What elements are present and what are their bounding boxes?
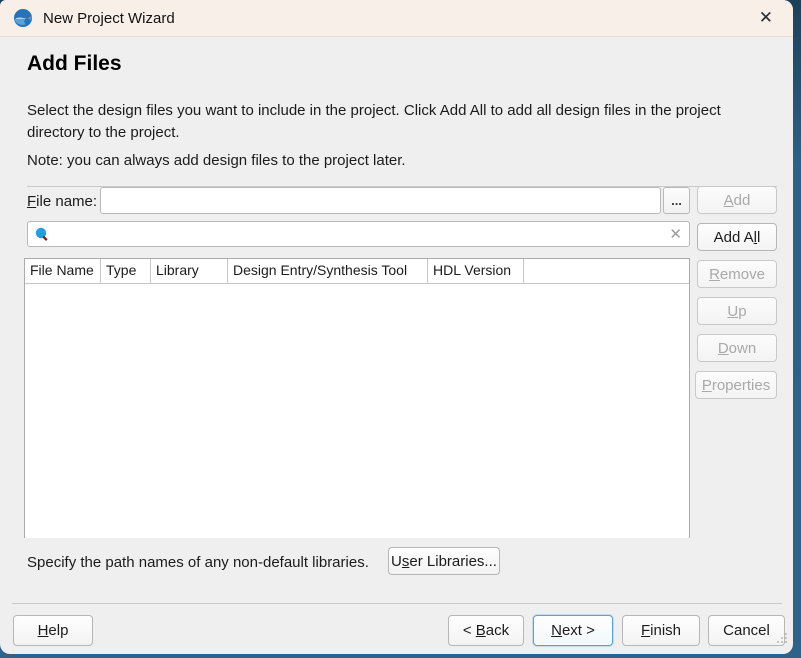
description-line-2: directory to the project.	[27, 122, 721, 144]
user-libraries-button[interactable]: User Libraries...	[388, 547, 500, 575]
table-body-empty[interactable]	[25, 284, 689, 538]
description-line-1: Select the design files you want to incl…	[27, 100, 721, 122]
resize-grip[interactable]	[776, 631, 788, 649]
table-header-row: File Name Type Library Design Entry/Synt…	[25, 259, 689, 284]
page-description: Select the design files you want to incl…	[27, 100, 721, 144]
filter-search-field[interactable]: ✕	[27, 221, 690, 247]
column-header-type[interactable]: Type	[101, 259, 151, 283]
search-icon	[35, 227, 50, 242]
column-header-file-name[interactable]: File Name	[25, 259, 101, 283]
browse-button[interactable]: ...	[663, 187, 690, 214]
note-text: Note: you can always add design files to…	[27, 152, 406, 169]
page-title: Add Files	[27, 52, 122, 76]
file-name-label: File name:	[27, 193, 97, 210]
desktop-background: { "window": { "title": "New Project Wiza…	[0, 0, 801, 658]
libraries-instruction-text: Specify the path names of any non-defaul…	[27, 554, 369, 571]
next-button[interactable]: Next >	[533, 615, 613, 646]
search-input[interactable]	[56, 226, 663, 243]
back-button[interactable]: < Back	[448, 615, 524, 646]
down-button[interactable]: Down	[697, 334, 777, 362]
up-button[interactable]: Up	[697, 297, 777, 325]
finish-button[interactable]: Finish	[622, 615, 700, 646]
separator-bottom	[12, 603, 782, 604]
quartus-logo-icon	[13, 8, 33, 28]
add-all-button[interactable]: Add All	[697, 223, 777, 251]
cancel-button[interactable]: Cancel	[708, 615, 785, 646]
remove-button[interactable]: Remove	[697, 260, 777, 288]
properties-button[interactable]: Properties	[695, 371, 777, 399]
clear-search-icon[interactable]: ✕	[669, 225, 682, 243]
close-icon[interactable]: ✕	[753, 8, 779, 29]
help-button[interactable]: Help	[13, 615, 93, 646]
add-button[interactable]: Add	[697, 186, 777, 214]
column-header-hdl-version[interactable]: HDL Version	[428, 259, 524, 283]
column-header-library[interactable]: Library	[151, 259, 228, 283]
new-project-wizard-dialog: New Project Wizard ✕ Add Files Select th…	[0, 0, 793, 654]
files-table[interactable]: File Name Type Library Design Entry/Synt…	[24, 258, 690, 538]
column-header-design-entry-tool[interactable]: Design Entry/Synthesis Tool	[228, 259, 428, 283]
window-title: New Project Wizard	[43, 10, 175, 27]
titlebar[interactable]: New Project Wizard ✕	[0, 0, 793, 37]
file-name-input[interactable]	[100, 187, 661, 214]
